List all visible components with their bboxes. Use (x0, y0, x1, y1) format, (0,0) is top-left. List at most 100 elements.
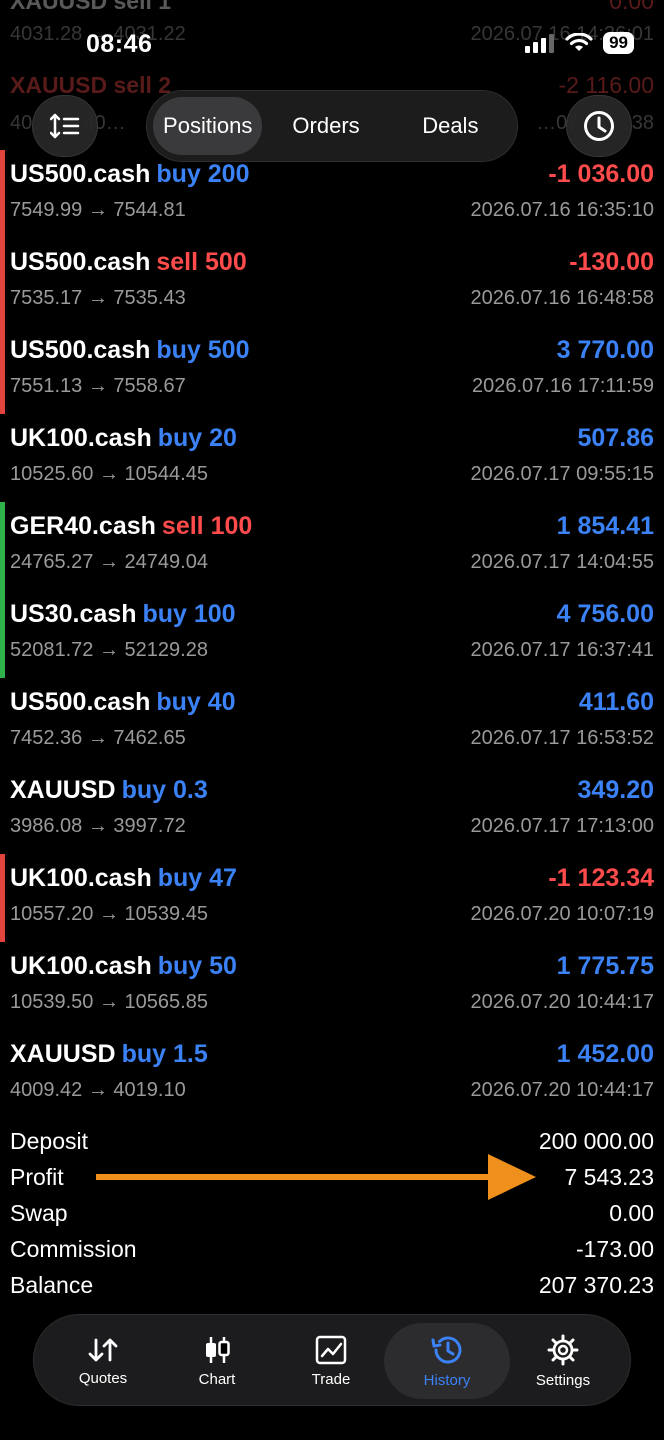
summary-panel: Deposit 200 000.00 Profit 7 543.23 Swap 0.00 C… (0, 1124, 664, 1304)
deal-indicator-bar (0, 502, 5, 590)
deal-side-volume: sell 500 (156, 248, 247, 276)
deal-symbol: US500.cash (10, 160, 151, 188)
candlestick-chart-icon (206, 1336, 230, 1363)
tab-quotes[interactable]: Quotes (48, 1323, 158, 1399)
deal-profit: -1 123.34 (548, 864, 654, 892)
deal-row[interactable]: US500.cash buy 200 -1 036.00 7549.99 → 7544… (0, 150, 664, 238)
deal-side-volume: buy 20 (157, 424, 237, 452)
deal-prices: 52081.72 → 52129.28 (10, 639, 208, 661)
status-time: 08:46 (86, 30, 153, 58)
deal-time: 2026.07.17 09:55:15 (470, 463, 654, 485)
sort-icon (50, 113, 80, 139)
deal-row[interactable]: XAUUSD buy 0.3 349.20 3986.08 → 3997.72 2026… (0, 766, 664, 854)
deal-side-volume: buy 47 (157, 864, 237, 892)
deal-indicator-bar (0, 150, 5, 238)
deal-indicator-bar (0, 238, 5, 326)
tab-label: Quotes (78, 1369, 128, 1387)
deal-profit: 507.86 (577, 424, 654, 452)
clock-icon (584, 111, 614, 141)
deal-indicator-bar (0, 1030, 5, 1118)
deal-symbol: UK100.cash (10, 864, 152, 892)
tab-positions[interactable]: Positions (153, 97, 263, 155)
deal-symbol: XAUUSD (10, 1040, 116, 1068)
deal-symbol: US500.cash (10, 688, 151, 716)
deal-side-volume: buy 50 (157, 952, 237, 980)
summary-value: 200 000.00 (538, 1128, 654, 1154)
wifi-icon (565, 33, 593, 51)
deal-row[interactable]: US500.cash buy 500 3 770.00 7551.13 → 7558.… (0, 326, 664, 414)
deal-side-volume: buy 0.3 (121, 776, 208, 804)
deal-row[interactable]: GER40.cash sell 100 1 854.41 24765.27 → 247… (0, 502, 664, 590)
deal-prices: 10539.50 → 10565.85 (10, 991, 208, 1013)
deal-prices: 24765.27 → 24749.04 (10, 551, 208, 573)
bottom-tab-bar: Quotes Chart Trade History Settings (33, 1314, 631, 1406)
deal-symbol-line: US30.cash buy 100 (10, 600, 236, 629)
deal-symbol: XAUUSD (10, 776, 116, 804)
deal-time: 2026.07.16 16:48:58 (470, 287, 654, 309)
summary-value: 7 543.23 (564, 1164, 654, 1190)
deal-row[interactable]: US30.cash buy 100 4 756.00 52081.72 → 52129… (0, 590, 664, 678)
deal-row[interactable]: XAUUSD buy 1.5 1 452.00 4009.42 → 4019.10 20… (0, 1030, 664, 1118)
deal-side-volume: buy 200 (156, 160, 250, 188)
status-icons: 99 (525, 32, 634, 54)
deal-time: 2026.07.20 10:44:17 (470, 1079, 654, 1101)
deal-indicator-bar (0, 414, 5, 502)
deal-profit: 1 452.00 (556, 1040, 654, 1068)
annotation-arrow (96, 1154, 536, 1200)
tab-orders[interactable]: Orders (262, 97, 389, 155)
tab-trade[interactable]: Trade (276, 1323, 386, 1399)
deal-row[interactable]: US500.cash buy 40 411.60 7452.36 → 7462.65 2… (0, 678, 664, 766)
deals-list: US500.cash buy 200 -1 036.00 7549.99 → 7544… (0, 150, 664, 1118)
deal-side-volume: buy 1.5 (121, 1040, 208, 1068)
deal-prices: 7549.99 → 7544.81 (10, 199, 186, 221)
deal-side-volume: buy 100 (142, 600, 236, 628)
deal-time: 2026.07.16 16:35:10 (470, 199, 654, 221)
tab-settings[interactable]: Settings (508, 1323, 618, 1399)
gear-icon (547, 1334, 579, 1365)
deal-symbol-line: GER40.cash sell 100 (10, 512, 252, 541)
deal-row[interactable]: UK100.cash buy 47 -1 123.34 10557.20 → 1053… (0, 854, 664, 942)
tab-label: History (423, 1371, 471, 1389)
summary-label: Commission (10, 1236, 137, 1262)
deal-profit: 1 775.75 (556, 952, 654, 980)
ghost-row-symbol: XAUUSD sell 2 (10, 72, 172, 98)
deal-symbol: GER40.cash (10, 512, 156, 540)
deal-row[interactable]: US500.cash sell 500 -130.00 7535.17 → 7535.… (0, 238, 664, 326)
summary-label: Profit (10, 1164, 64, 1190)
deal-symbol: US500.cash (10, 248, 151, 276)
history-clock-icon (431, 1336, 462, 1363)
deal-side-volume: buy 40 (156, 688, 236, 716)
tab-label: Settings (535, 1371, 591, 1389)
deal-prices: 7551.13 → 7558.67 (10, 375, 186, 397)
summary-value: 207 370.23 (538, 1272, 654, 1298)
period-button[interactable] (566, 95, 632, 157)
tab-history[interactable]: History (384, 1323, 510, 1399)
sort-button[interactable] (32, 95, 98, 157)
deal-profit: -130.00 (569, 248, 654, 276)
deal-symbol-line: US500.cash buy 200 (10, 160, 249, 189)
deal-indicator-bar (0, 326, 5, 414)
summary-row-balance: Balance 207 370.23 (0, 1268, 664, 1304)
summary-label: Deposit (10, 1128, 88, 1154)
deal-row[interactable]: UK100.cash buy 50 1 775.75 10539.50 → 10565… (0, 942, 664, 1030)
deal-indicator-bar (0, 678, 5, 766)
tab-chart[interactable]: Chart (162, 1323, 272, 1399)
deal-symbol-line: UK100.cash buy 50 (10, 952, 237, 981)
summary-label: Balance (10, 1272, 94, 1298)
deal-symbol-line: US500.cash sell 500 (10, 248, 247, 277)
deal-profit: 1 854.41 (556, 512, 654, 540)
deal-symbol-line: US500.cash buy 40 (10, 688, 236, 717)
deal-row[interactable]: UK100.cash buy 20 507.86 10525.60 → 10544.4… (0, 414, 664, 502)
tab-label: Chart (198, 1370, 236, 1388)
summary-row-commission: Commission -173.00 (0, 1232, 664, 1268)
tab-deals[interactable]: Deals (390, 97, 511, 155)
deal-profit: 411.60 (578, 688, 654, 716)
summary-label: Swap (10, 1200, 68, 1226)
ghost-row-profit: 0.00 (609, 0, 654, 14)
deal-indicator-bar (0, 766, 5, 854)
deal-time: 2026.07.17 16:53:52 (470, 727, 654, 749)
deal-time: 2026.07.17 16:37:41 (470, 639, 654, 661)
tab-label: Trade (311, 1370, 351, 1388)
deal-prices: 4009.42 → 4019.10 (10, 1079, 186, 1101)
deal-time: 2026.07.20 10:44:17 (470, 991, 654, 1013)
